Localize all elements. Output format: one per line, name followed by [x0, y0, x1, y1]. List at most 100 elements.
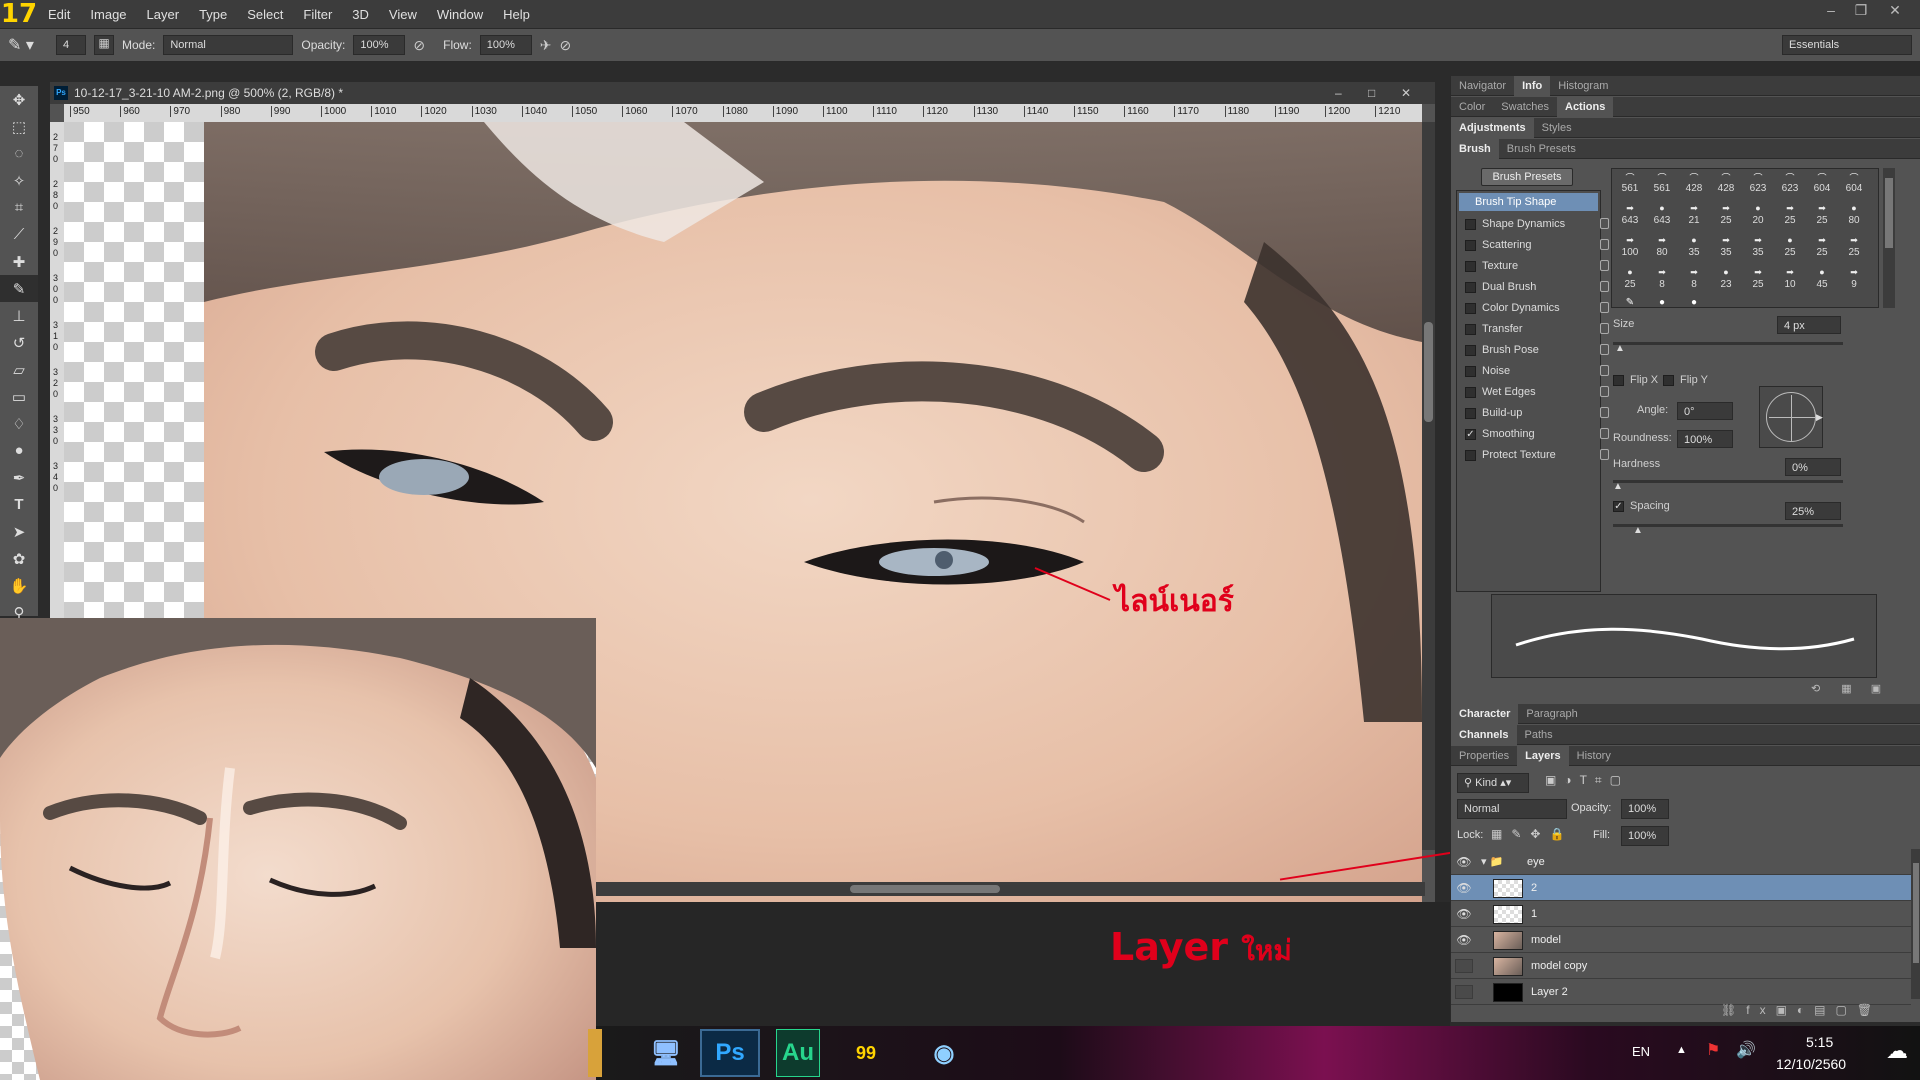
brush-tip-preset[interactable]: ➡ 9: [1840, 267, 1868, 290]
lock-icons[interactable]: ▦✎✥🔒: [1491, 827, 1573, 841]
visibility-eye-icon[interactable]: 👁: [1455, 907, 1473, 921]
taskbar-monitor-icon[interactable]: 🖥: [636, 1029, 696, 1077]
tab-character[interactable]: Character: [1451, 703, 1519, 724]
new-layer-icon[interactable]: ▢: [1836, 1003, 1857, 1017]
spacing-slider[interactable]: [1613, 524, 1843, 527]
tab-color[interactable]: Color: [1451, 97, 1493, 117]
taskbar-files-icon[interactable]: [588, 1029, 602, 1077]
brush-option-texture[interactable]: Texture: [1465, 257, 1615, 275]
brush-option-wet-edges[interactable]: Wet Edges: [1465, 383, 1615, 401]
link-layers-icon[interactable]: ⛓: [1721, 1003, 1746, 1017]
option-checkbox[interactable]: [1465, 449, 1476, 461]
brush-tip-preset[interactable]: ● 25: [1776, 235, 1804, 258]
option-checkbox[interactable]: [1465, 365, 1476, 377]
brush-tip-preset[interactable]: ● 35: [1680, 235, 1708, 258]
visibility-eye-icon[interactable]: [1455, 959, 1473, 973]
brush-option-build-up[interactable]: Build-up: [1465, 404, 1615, 422]
brush-tip-preset[interactable]: ➡ 80: [1648, 235, 1676, 258]
brush-tip-preset[interactable]: ➡ 100: [1616, 235, 1644, 258]
spacing-slider-thumb[interactable]: ▲: [1633, 526, 1643, 536]
visibility-eye-icon[interactable]: 👁: [1455, 855, 1473, 869]
toggle-bristle-icon[interactable]: ⟲: [1811, 683, 1820, 695]
layer-row[interactable]: 👁 1: [1451, 901, 1911, 927]
brush-tip-preset[interactable]: ➡ 25: [1744, 267, 1772, 290]
lock-icon[interactable]: [1600, 407, 1609, 418]
language-indicator[interactable]: EN: [1632, 1044, 1650, 1059]
size-slider-thumb[interactable]: ▲: [1615, 344, 1625, 354]
lock-icon[interactable]: [1600, 302, 1609, 313]
brush-tip-preset[interactable]: ➡ 25: [1840, 235, 1868, 258]
brush-option-noise[interactable]: Noise: [1465, 362, 1615, 380]
layer-row[interactable]: Layer 2: [1451, 979, 1911, 1005]
tab-layers[interactable]: Layers: [1517, 745, 1569, 766]
option-checkbox[interactable]: [1465, 344, 1476, 356]
brush-option-dual-brush[interactable]: Dual Brush: [1465, 278, 1615, 296]
brush-tip-preset[interactable]: ➡ 21: [1680, 203, 1708, 226]
size-slider[interactable]: [1613, 342, 1843, 345]
brush-tip-preset[interactable]: ⌒ 428: [1680, 171, 1708, 194]
adjustment-icon[interactable]: ◐: [1797, 1003, 1814, 1017]
cloud-icon[interactable]: ☁: [1886, 1038, 1908, 1064]
brush-tip-preset[interactable]: ➡ 25: [1776, 203, 1804, 226]
brush-tip-preset[interactable]: ➡ 35: [1744, 235, 1772, 258]
taskbar-99-icon[interactable]: 99: [836, 1029, 896, 1077]
brush-tip-preset[interactable]: ➡ 25: [1808, 203, 1836, 226]
tab-brush-presets[interactable]: Brush Presets: [1499, 139, 1584, 159]
new-group-icon[interactable]: ▤: [1814, 1003, 1835, 1017]
spacing-checkbox[interactable]: ✓ Spacing: [1613, 500, 1670, 512]
layer-blend-select[interactable]: Normal: [1457, 799, 1567, 819]
hardness-slider[interactable]: [1613, 480, 1843, 483]
brush-tip-preset[interactable]: ●: [1648, 297, 1676, 308]
layer-group-row[interactable]: 👁 ▾ 📁 eye: [1451, 849, 1911, 875]
brush-option-shape-dynamics[interactable]: Shape Dynamics: [1465, 215, 1615, 233]
tab-swatches[interactable]: Swatches: [1493, 97, 1557, 117]
brush-tip-grid[interactable]: ⌒ 561 ⌒ 561 ⌒ 428 ⌒ 428 ⌒ 623 ⌒ 623 ⌒ 604 ⌒ 604 ➡ 643 ● 643…: [1611, 168, 1879, 308]
brush-option-color-dynamics[interactable]: Color Dynamics: [1465, 299, 1615, 317]
brush-tip-preset[interactable]: ⌒ 604: [1840, 171, 1868, 194]
lock-icon[interactable]: [1600, 281, 1609, 292]
spacing-input[interactable]: 25%: [1785, 502, 1841, 520]
brush-tip-preset[interactable]: ⌒ 561: [1648, 171, 1676, 194]
option-checkbox[interactable]: ✓: [1465, 428, 1476, 440]
brush-tip-preset[interactable]: ➡ 35: [1712, 235, 1740, 258]
brush-option-transfer[interactable]: Transfer: [1465, 320, 1615, 338]
brush-tip-preset[interactable]: ●: [1680, 297, 1708, 308]
brush-tip-preset[interactable]: ● 25: [1616, 267, 1644, 290]
lock-icon[interactable]: [1600, 428, 1609, 439]
mask-icon[interactable]: ▣: [1776, 1003, 1797, 1017]
option-checkbox[interactable]: [1465, 323, 1476, 335]
layer-row[interactable]: model copy: [1451, 953, 1911, 979]
brush-tip-preset[interactable]: ✎: [1616, 297, 1644, 308]
brush-tip-preset[interactable]: ⌒ 623: [1776, 171, 1804, 194]
tab-adjustments[interactable]: Adjustments: [1451, 117, 1534, 138]
brush-option-scattering[interactable]: Scattering: [1465, 236, 1615, 254]
lock-icon[interactable]: [1600, 365, 1609, 376]
brush-presets-button[interactable]: Brush Presets: [1481, 168, 1573, 186]
option-checkbox[interactable]: [1465, 239, 1476, 251]
lock-icon[interactable]: [1600, 386, 1609, 397]
brush-tip-preset[interactable]: ➡ 8: [1680, 267, 1708, 290]
option-checkbox[interactable]: [1465, 302, 1476, 314]
lock-icon[interactable]: [1600, 344, 1609, 355]
brush-tip-shape-item[interactable]: Brush Tip Shape: [1459, 193, 1598, 211]
visibility-eye-icon[interactable]: 👁: [1455, 933, 1473, 947]
angle-input[interactable]: 0°: [1677, 402, 1733, 420]
brush-tip-preset[interactable]: ➡ 8: [1648, 267, 1676, 290]
volume-icon[interactable]: 🔊: [1736, 1040, 1756, 1060]
tab-paths[interactable]: Paths: [1517, 725, 1561, 745]
flip-x-checkbox[interactable]: Flip X: [1613, 374, 1658, 386]
brush-option-smoothing[interactable]: ✓ Smoothing: [1465, 425, 1615, 443]
brush-tip-preset[interactable]: ⌒ 604: [1808, 171, 1836, 194]
hardness-slider-thumb[interactable]: ▲: [1613, 482, 1623, 492]
tab-paragraph[interactable]: Paragraph: [1518, 704, 1585, 724]
brush-tip-preset[interactable]: ● 80: [1840, 203, 1868, 226]
brush-tip-preset[interactable]: ⌒ 561: [1616, 171, 1644, 194]
taskbar-browser-icon[interactable]: ◉: [914, 1029, 974, 1077]
option-checkbox[interactable]: [1465, 260, 1476, 272]
brush-tip-preset[interactable]: ⌒ 428: [1712, 171, 1740, 194]
fill-input[interactable]: 100%: [1621, 826, 1669, 846]
new-brush-icon[interactable]: ▣: [1871, 683, 1881, 695]
lock-icon[interactable]: [1600, 239, 1609, 250]
taskbar-audition-icon[interactable]: Au: [776, 1029, 820, 1077]
tab-info[interactable]: Info: [1514, 75, 1551, 96]
